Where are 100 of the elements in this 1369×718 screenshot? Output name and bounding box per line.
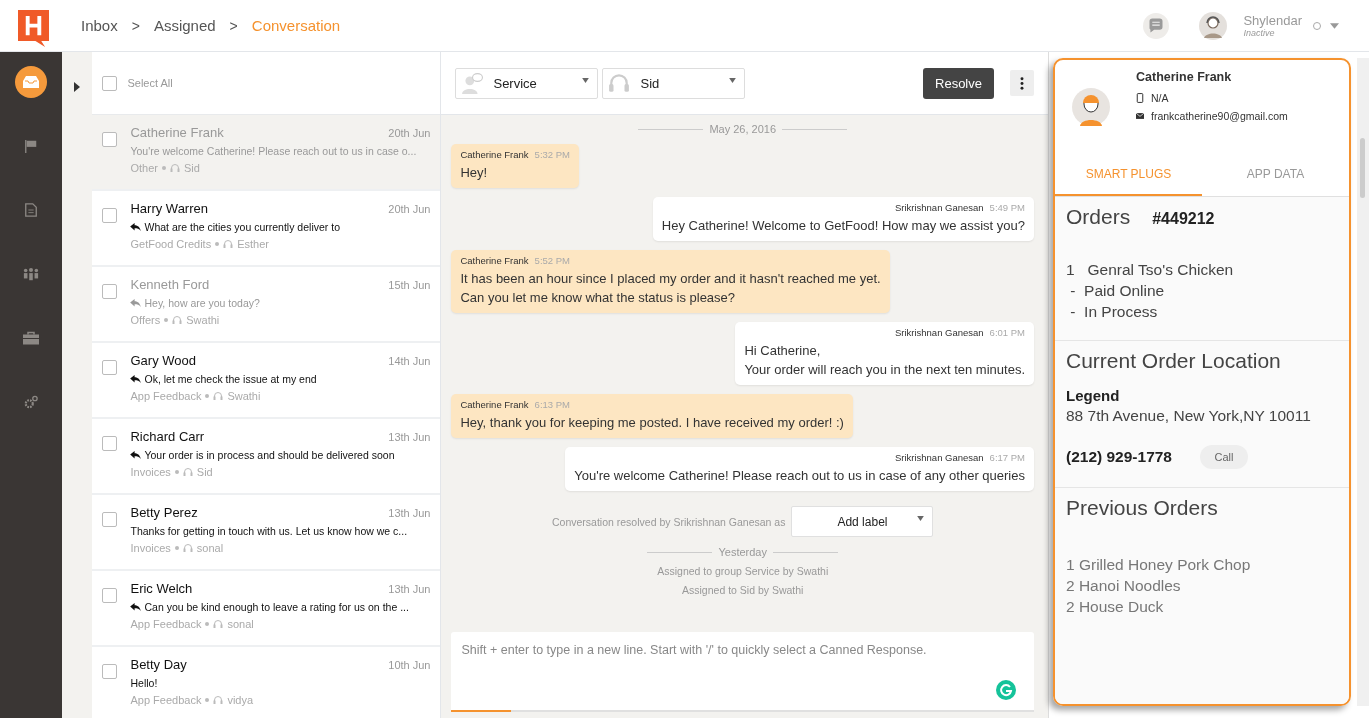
contact-name: Gary Wood [130, 353, 196, 368]
assigned-agent: sonal [196, 542, 224, 554]
headset-icon [608, 72, 631, 94]
headset-icon [170, 163, 180, 173]
group-dropdown[interactable]: Service [455, 67, 599, 99]
restaurant-name: Legend [1066, 387, 1121, 404]
contact-name: Eric Welch [130, 581, 193, 596]
assigned-agent: Sid [184, 162, 200, 174]
customer-avatar-icon [1072, 88, 1110, 126]
headset-icon [223, 239, 234, 249]
customer-name: Catherine Frank [1136, 70, 1233, 84]
conversation-checkbox[interactable] [102, 588, 118, 603]
assigned-agent: vidya [227, 694, 254, 706]
assigned-agent: sonal [227, 618, 254, 630]
conversation-checkbox[interactable] [102, 208, 118, 223]
sender-name: Srikrishnan Ganesan [894, 327, 984, 338]
order-number: #449212 [1152, 210, 1215, 228]
agent-dropdown[interactable]: Sid [602, 67, 746, 99]
conversation-checkbox[interactable] [102, 132, 118, 147]
conversation-checkbox[interactable] [102, 360, 118, 375]
restaurant-phone: (212) 929-1778 [1066, 448, 1172, 466]
message-preview: What are the cities you currently deliver to [144, 221, 340, 233]
sender-name: Catherine Frank [460, 255, 529, 266]
conversation-category: Invoices [130, 466, 171, 478]
previous-order-item: 2 House Duck [1066, 597, 1165, 617]
conversation-date: 15th Jun [388, 279, 431, 291]
conversation-date: 13th Jun [388, 431, 431, 443]
select-all-checkbox[interactable] [102, 75, 118, 91]
separator-dot-icon [205, 622, 210, 626]
headset-icon [213, 391, 224, 401]
message-preview: Ok, let me check the issue at my end [144, 373, 317, 385]
assigned-agent: Swathi [186, 314, 220, 326]
agent-avatar-icon[interactable] [1199, 11, 1228, 40]
more-vertical-icon [1020, 76, 1024, 90]
caret-icon[interactable] [1330, 22, 1339, 29]
message-text: Can you let me know what the status is please? [460, 289, 737, 307]
caret-icon [582, 77, 590, 83]
breadcrumb-link[interactable]: Assigned [153, 17, 216, 34]
conversation-category: Other [130, 162, 158, 174]
separator-dot-icon [205, 698, 210, 702]
gears-icon [22, 395, 39, 409]
grammar-check-icon[interactable] [996, 680, 1016, 700]
conversation-date: 14th Jun [388, 355, 431, 367]
message-preview: You're welcome Catherine! Please reach out to us in case o... [130, 145, 417, 157]
more-options-button[interactable] [1010, 70, 1034, 96]
order-line: 1 Genral Tso's Chicken [1066, 260, 1235, 280]
date-divider: May 26, 2016 [709, 123, 777, 135]
message-preview: Hey, how are you today? [144, 297, 260, 309]
message-text: You're welcome Catherine! Please reach out to us in case of any other queries [574, 467, 1025, 485]
expand-triangle-icon[interactable] [74, 82, 81, 92]
message-preview: Your order is in process and should be delivered soon [144, 449, 395, 461]
message-time: 6:17 PM [989, 452, 1025, 463]
conversation-checkbox[interactable] [102, 284, 118, 299]
nav-item[interactable] [14, 66, 47, 98]
headset-icon [182, 543, 193, 553]
scrollbar-thumb[interactable] [1360, 138, 1365, 198]
headset-icon [213, 619, 224, 629]
call-button[interactable]: Call [1200, 445, 1248, 469]
chat-bubble-icon[interactable] [1143, 12, 1170, 39]
conversation-date: 13th Jun [388, 583, 431, 595]
caret-icon [729, 77, 737, 83]
previous-orders-title: Previous Orders [1066, 496, 1219, 520]
headset-icon [172, 315, 183, 325]
contact-name: Richard Carr [130, 429, 205, 444]
message-preview: Can you be kind enough to leave a rating for us on the ... [144, 601, 409, 613]
resolve-button[interactable]: Resolve [923, 67, 994, 99]
contact-name: Harry Warren [130, 201, 208, 216]
select-all-label: Select All [127, 77, 173, 89]
message-time: 6:13 PM [534, 399, 570, 410]
logo-icon [18, 10, 49, 47]
conversation-date: 13th Jun [388, 507, 431, 519]
date-divider: Yesterday [718, 546, 767, 558]
contact-name: Betty Perez [130, 505, 198, 520]
conversation-checkbox[interactable] [102, 512, 118, 527]
briefcase-icon [22, 331, 39, 345]
conversation-checkbox[interactable] [102, 664, 118, 679]
reply-field[interactable]: Shift + enter to type in a new line. Start with '/' to quickly select a Canned Response. [451, 632, 1034, 710]
message-time: 5:32 PM [534, 149, 570, 160]
event-note: Assigned to group Service by Swathi [656, 565, 830, 577]
message-text: Your order will reach you in the next ten minutes. [744, 361, 1025, 379]
sender-name: Srikrishnan Ganesan [894, 452, 984, 463]
breadcrumb-separator: > [131, 17, 140, 34]
previous-order-item: 1 Grilled Honey Pork Chop [1066, 555, 1252, 575]
flag-icon [22, 139, 39, 153]
group-chat-icon [461, 72, 484, 94]
breadcrumb-link[interactable]: Inbox [81, 17, 118, 34]
separator-dot-icon [174, 470, 179, 474]
add-label-dropdown[interactable]: Add label [791, 506, 934, 537]
conversation-category: Invoices [130, 542, 171, 554]
conversation-category: App Feedback [130, 618, 202, 630]
headset-icon [213, 695, 224, 705]
previous-order-item: 2 Hanoi Noodles [1066, 576, 1182, 596]
conversation-date: 10th Jun [388, 659, 431, 671]
message-text: Hi Catherine, [744, 342, 822, 360]
conversation-checkbox[interactable] [102, 436, 118, 451]
caret-icon [917, 516, 925, 521]
status-circle-icon [1312, 20, 1322, 31]
message-text: Hey, thank you for keeping me posted. I have received my order! :) [460, 414, 844, 432]
location-title: Current Order Location [1066, 349, 1282, 373]
assigned-agent: Swathi [227, 390, 261, 402]
